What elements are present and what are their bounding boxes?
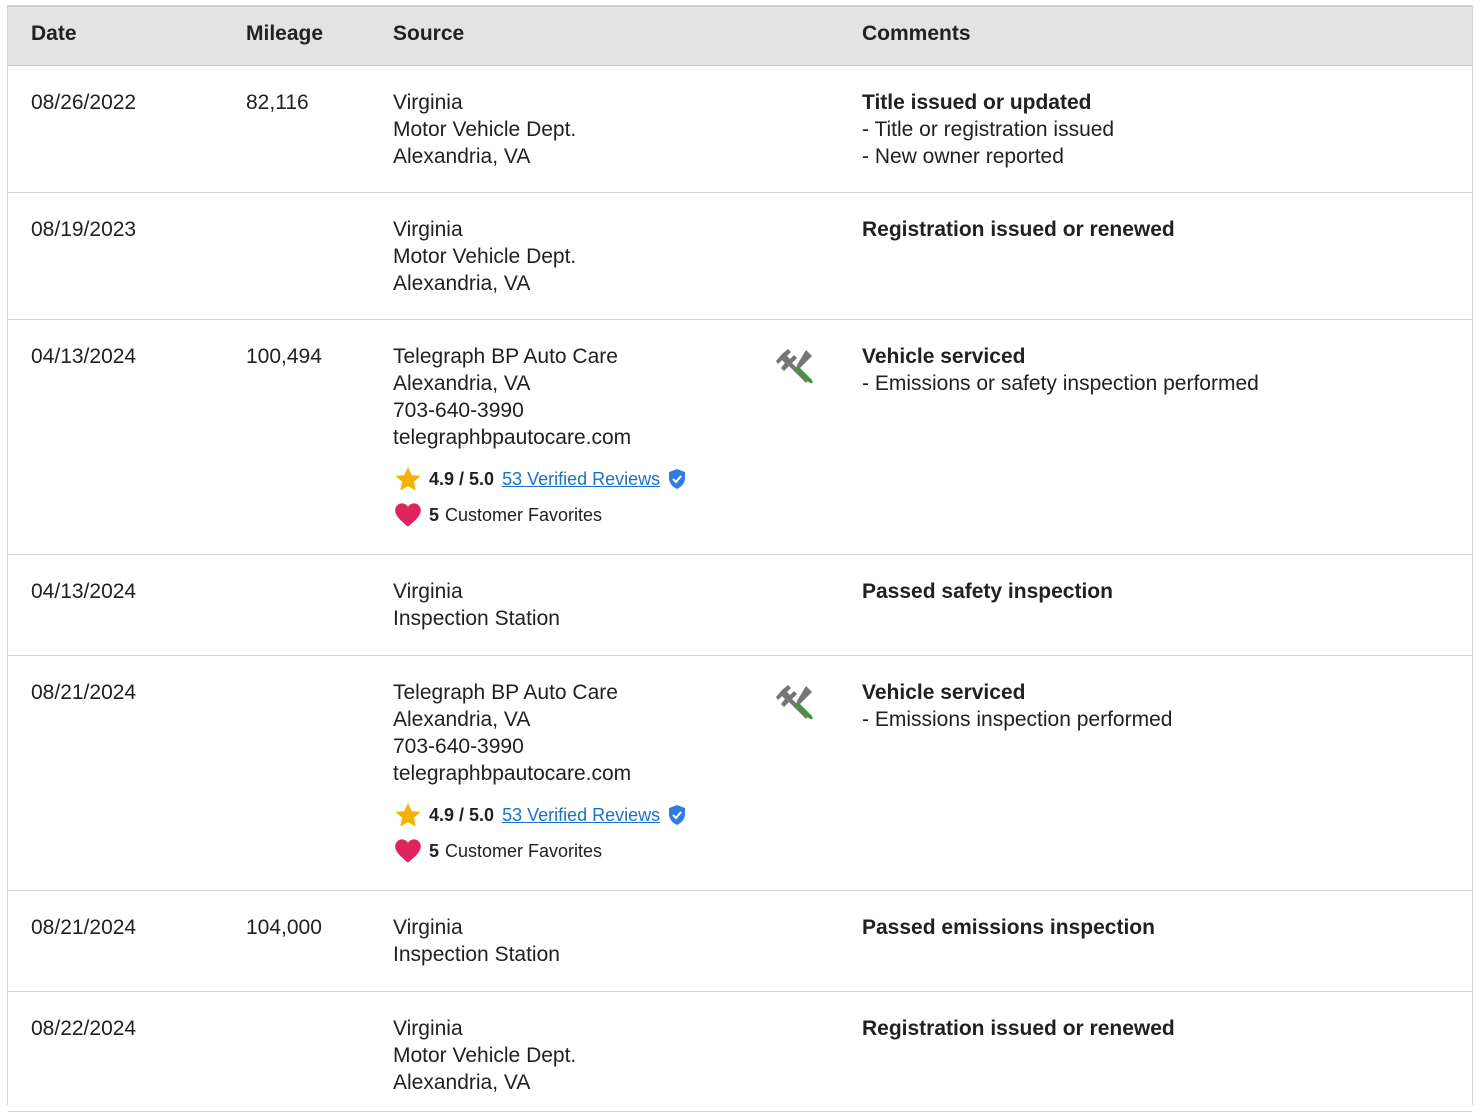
comment-item: - New owner reported (862, 145, 1064, 168)
row-comments: Passed emissions inspection (862, 914, 1155, 941)
source-line: Telegraph BP Auto Care (393, 345, 618, 368)
rating-row: 4.9 / 5.0 53 Verified Reviews (393, 797, 686, 833)
source-line: Alexandria, VA (393, 708, 531, 731)
comment-title: Passed emissions inspection (862, 916, 1155, 939)
source-line: Virginia (393, 91, 463, 114)
source-line: Virginia (393, 1017, 463, 1040)
row-date: 08/21/2024 (31, 681, 137, 704)
row-comments: Registration issued or renewed (862, 216, 1175, 243)
verified-reviews-link[interactable]: 53 Verified Reviews (502, 804, 660, 826)
table-row: 08/26/2022 82,116 Virginia Motor Vehicle De… (8, 66, 1472, 193)
comment-item: - Title or registration issued (862, 118, 1115, 141)
row-date: 04/13/2024 (31, 580, 137, 603)
rating-value: 4.9 / 5.0 (429, 469, 495, 489)
row-date: 08/26/2022 (31, 91, 137, 114)
heart-icon (393, 500, 423, 530)
comment-item: - Emissions or safety inspection perform… (862, 372, 1259, 395)
header-source: Source (393, 22, 465, 45)
verified-shield-icon (668, 469, 686, 489)
row-source: Virginia Motor Vehicle Dept. Alexandria, V… (393, 1015, 576, 1096)
comment-title: Registration issued or renewed (862, 1017, 1175, 1040)
table-row: 08/22/2024 Virginia Motor Vehicle Dept. Ale… (8, 992, 1472, 1112)
row-date: 08/19/2023 (31, 218, 137, 241)
table-row: 08/19/2023 Virginia Motor Vehicle Dept. Ale… (8, 193, 1472, 320)
star-icon (393, 464, 423, 494)
table-row: 04/13/2024 100,494 Telegraph BP Auto Care A… (8, 320, 1472, 555)
wrench-screwdriver-icon (776, 346, 816, 386)
row-date: 08/21/2024 (31, 916, 137, 939)
favorites-label: Customer Favorites (445, 841, 603, 861)
source-line: Virginia (393, 916, 463, 939)
source-line: Motor Vehicle Dept. (393, 118, 577, 141)
wrench-screwdriver-icon (776, 682, 816, 722)
source-line: Telegraph BP Auto Care (393, 681, 618, 704)
comment-title: Passed safety inspection (862, 580, 1113, 603)
star-icon (393, 800, 423, 830)
row-comments: Passed safety inspection (862, 578, 1113, 605)
rating-value: 4.9 / 5.0 (429, 805, 495, 825)
comment-item: - Emissions inspection performed (862, 708, 1173, 731)
table-row: 08/21/2024 Telegraph BP Auto Care Alexandr… (8, 656, 1472, 891)
row-mileage: 82,116 (246, 91, 309, 114)
comment-title: Vehicle serviced (862, 681, 1026, 704)
row-comments: Title issued or updated - Title or regist… (862, 89, 1114, 170)
comment-title: Vehicle serviced (862, 345, 1026, 368)
table-body: 08/26/2022 82,116 Virginia Motor Vehicle De… (8, 66, 1472, 1112)
header-date: Date (31, 22, 77, 45)
row-date: 08/22/2024 (31, 1017, 137, 1040)
row-source: Telegraph BP Auto Care Alexandria, VA 703-… (393, 343, 686, 533)
source-line: Inspection Station (393, 607, 560, 630)
row-source: Virginia Inspection Station (393, 578, 560, 632)
table-row: 08/21/2024 104,000 Virginia Inspection Stat… (8, 891, 1472, 992)
row-source: Telegraph BP Auto Care Alexandria, VA 703-… (393, 679, 686, 869)
source-line: telegraphbpautocare.com (393, 762, 632, 785)
row-mileage: 104,000 (246, 916, 322, 939)
source-line: Inspection Station (393, 943, 560, 966)
row-comments: Vehicle serviced - Emissions or safety in… (862, 343, 1259, 397)
row-source: Virginia Motor Vehicle Dept. Alexandria, V… (393, 216, 576, 297)
comment-title: Title issued or updated (862, 91, 1092, 114)
source-line: 703-640-3990 (393, 399, 524, 422)
row-mileage: 100,494 (246, 345, 322, 368)
source-line: Alexandria, VA (393, 145, 531, 168)
table-row: 04/13/2024 Virginia Inspection Station Pass… (8, 555, 1472, 656)
source-line: Virginia (393, 218, 463, 241)
row-date: 04/13/2024 (31, 345, 137, 368)
row-comments: Registration issued or renewed (862, 1015, 1175, 1042)
row-source: Virginia Inspection Station (393, 914, 560, 968)
header-mileage: Mileage (246, 22, 324, 45)
table-header: Date Mileage Source Comments (8, 7, 1472, 66)
verified-reviews-link[interactable]: 53 Verified Reviews (502, 468, 660, 490)
source-line: telegraphbpautocare.com (393, 426, 632, 449)
favorites-label: Customer Favorites (445, 505, 603, 525)
source-line: Alexandria, VA (393, 372, 531, 395)
source-line: Motor Vehicle Dept. (393, 245, 577, 268)
favorites-count: 5 (429, 505, 440, 525)
heart-icon (393, 836, 423, 866)
comment-title: Registration issued or renewed (862, 218, 1175, 241)
favorites-row: 5 Customer Favorites (393, 833, 686, 869)
shop-meta: 4.9 / 5.0 53 Verified Reviews 5 Customer Fa… (393, 797, 686, 869)
favorites-row: 5 Customer Favorites (393, 497, 686, 533)
history-table: Date Mileage Source Comments 08/26/2022 8… (7, 5, 1473, 1112)
row-comments: Vehicle serviced - Emissions inspection p… (862, 679, 1172, 733)
shop-meta: 4.9 / 5.0 53 Verified Reviews 5 Customer Fa… (393, 461, 686, 533)
source-line: 703-640-3990 (393, 735, 524, 758)
source-line: Motor Vehicle Dept. (393, 1044, 577, 1067)
favorites-count: 5 (429, 841, 440, 861)
source-line: Alexandria, VA (393, 272, 531, 295)
source-line: Virginia (393, 580, 463, 603)
header-comments: Comments (862, 22, 971, 45)
verified-shield-icon (668, 805, 686, 825)
rating-row: 4.9 / 5.0 53 Verified Reviews (393, 461, 686, 497)
row-source: Virginia Motor Vehicle Dept. Alexandria, V… (393, 89, 576, 170)
